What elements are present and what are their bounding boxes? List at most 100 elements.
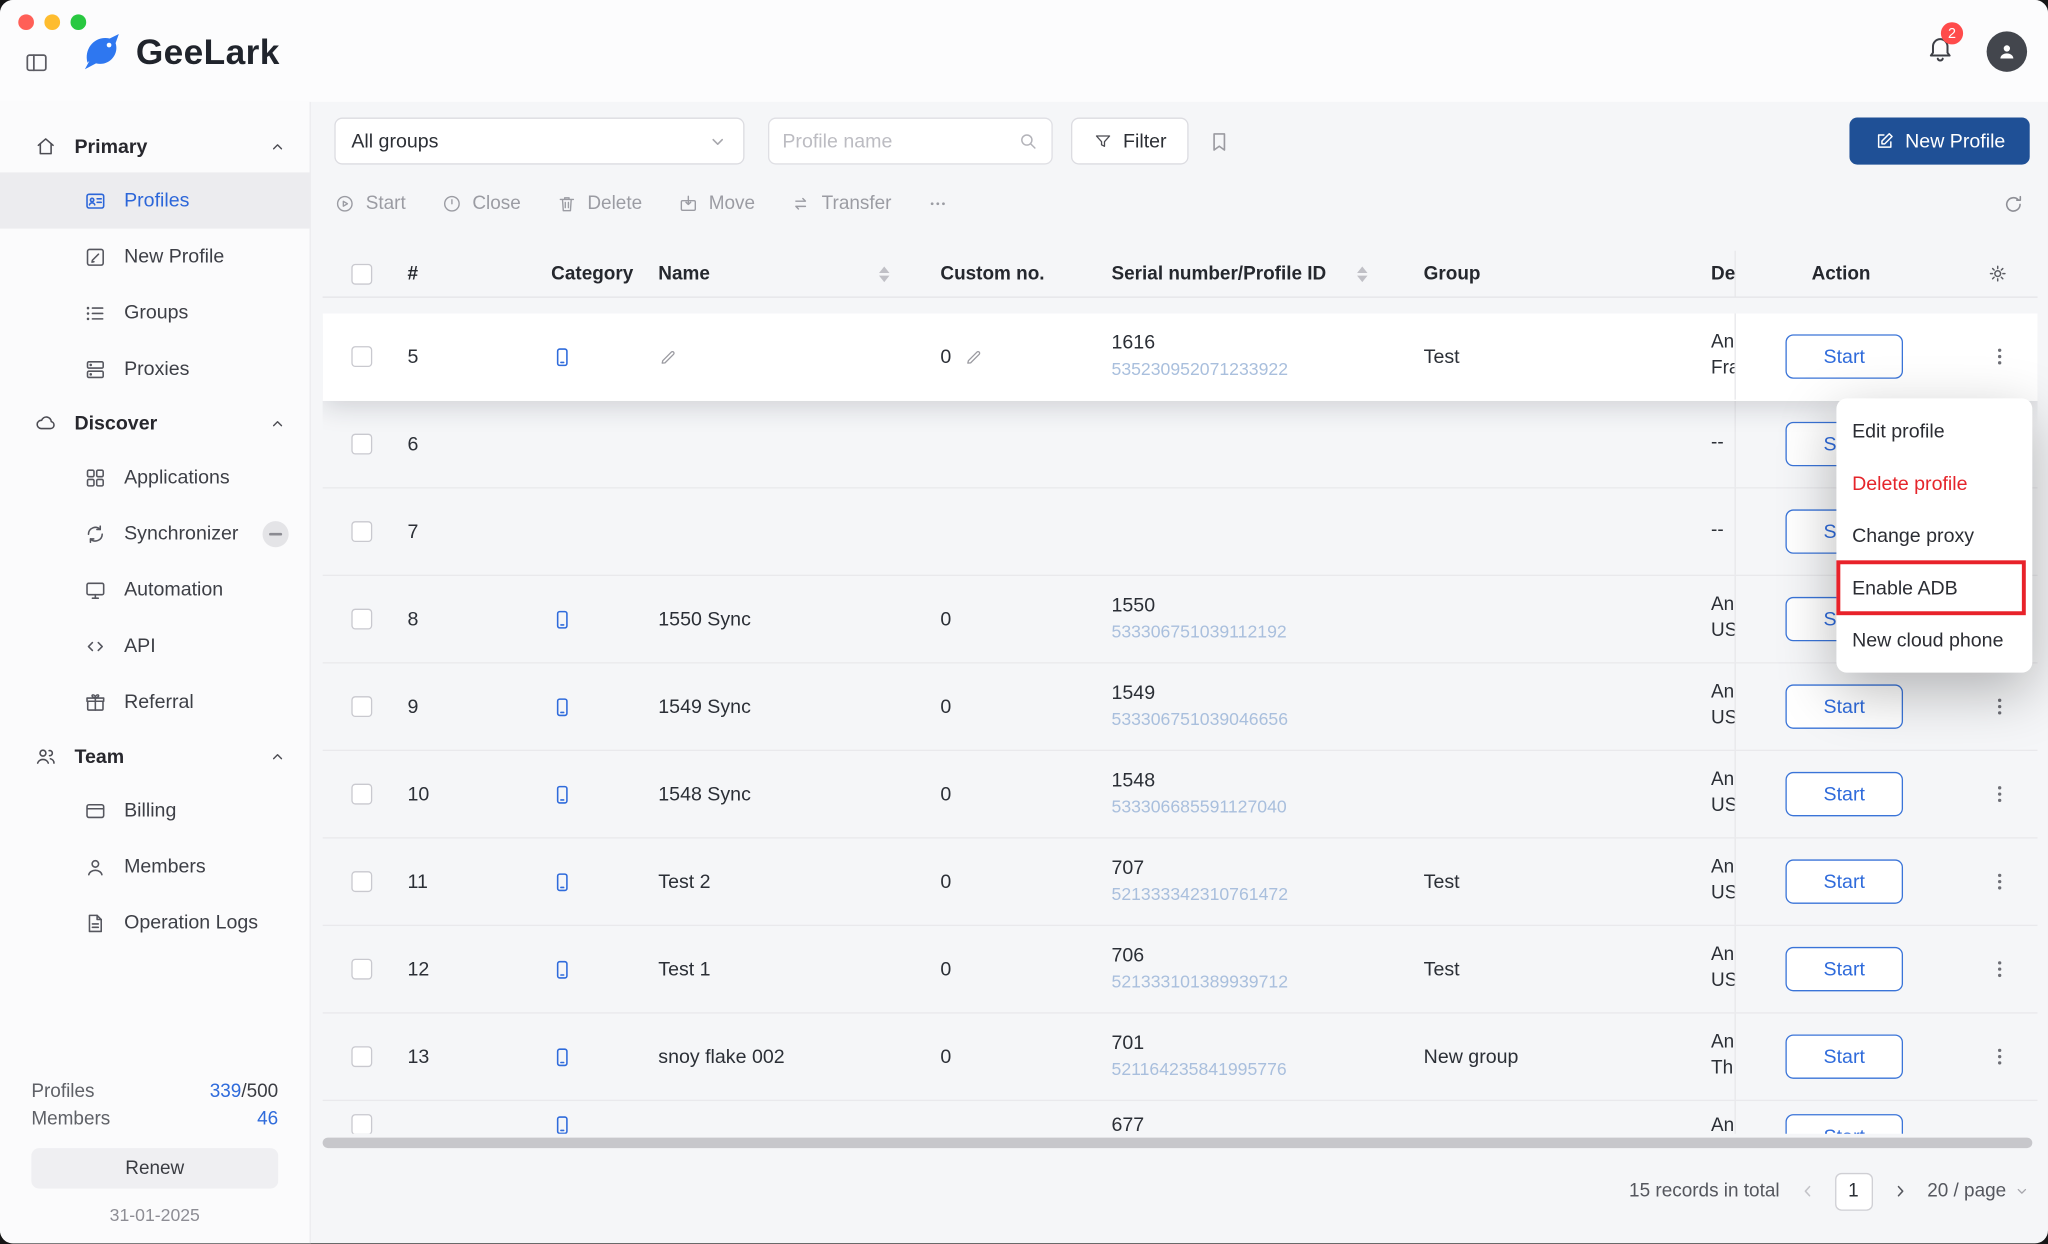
bookmark-icon[interactable] (1207, 129, 1232, 154)
menu-item-label: Delete profile (1852, 472, 1967, 494)
horizontal-scrollbar[interactable] (323, 1138, 2033, 1148)
row-more-menu-button[interactable] (1988, 957, 2012, 981)
sidebar-item-applications[interactable]: Applications (0, 449, 310, 505)
row-checkbox[interactable] (351, 521, 372, 542)
bulk-action-transfer[interactable]: Transfer (790, 193, 891, 214)
sidebar-toggle-icon[interactable] (24, 50, 50, 76)
sidebar-item-operation-logs[interactable]: Operation Logs (0, 895, 310, 951)
sidebar-item-groups[interactable]: Groups (0, 285, 310, 341)
bulk-action-move[interactable]: Move (677, 193, 755, 214)
column-header-label: Custom no. (940, 263, 1044, 284)
row-checkbox[interactable] (351, 871, 372, 892)
group-cell (1378, 751, 1678, 837)
sort-icon[interactable] (1357, 266, 1367, 282)
row-checkbox[interactable] (351, 1114, 372, 1134)
bulk-action-more[interactable] (927, 193, 948, 214)
current-page[interactable]: 1 (1834, 1172, 1872, 1210)
sidebar-section-discover[interactable]: Discover (0, 397, 310, 449)
menu-item-delete-profile[interactable]: Delete profile (1836, 457, 2032, 509)
row-checkbox[interactable] (351, 959, 372, 980)
edit-name-icon[interactable] (658, 347, 678, 367)
row-more-menu-button[interactable] (1988, 782, 2012, 806)
custom-number: 0 (940, 958, 951, 980)
sidebar: PrimaryProfilesNew ProfileGroupsProxiesD… (0, 102, 311, 1244)
custom-number-cell (900, 488, 1067, 574)
notifications-button[interactable]: 2 (1925, 33, 1955, 70)
profile-search-input[interactable] (782, 130, 1017, 152)
start-profile-button[interactable]: Start (1785, 1034, 1903, 1078)
sidebar-item-synchronizer[interactable]: Synchronizer (0, 505, 310, 561)
serial-cell: 1548533306685591127040 (1067, 751, 1378, 837)
row-checkbox[interactable] (351, 696, 372, 717)
profiles-used: 339 (210, 1081, 242, 1102)
device-info: An (1711, 944, 1734, 970)
row-more-menu-button[interactable] (1988, 870, 2012, 894)
column-settings-icon[interactable] (1987, 263, 2009, 285)
menu-item-change-proxy[interactable]: Change proxy (1836, 509, 2032, 561)
sidebar-item-automation[interactable]: Automation (0, 562, 310, 618)
group-filter-select[interactable]: All groups (334, 118, 744, 165)
sidebar-item-new-profile[interactable]: New Profile (0, 229, 310, 285)
row-checkbox[interactable] (351, 346, 372, 367)
window-close-button[interactable] (18, 14, 34, 30)
logs-icon (84, 911, 108, 935)
select-all-checkbox[interactable] (351, 263, 372, 284)
row-more-menu-button[interactable] (1988, 1045, 2012, 1069)
sort-icon[interactable] (879, 266, 889, 282)
row-more-menu-button[interactable] (1988, 345, 2012, 369)
refresh-icon[interactable] (2002, 193, 2024, 215)
row-checkbox[interactable] (351, 1046, 372, 1067)
pagination: 15 records in total 1 20 / page (1629, 1170, 2030, 1212)
prev-page-button[interactable] (1798, 1182, 1816, 1200)
filter-button[interactable]: Filter (1071, 118, 1189, 165)
menu-item-enable-adb[interactable]: Enable ADB (1836, 562, 2032, 614)
bulk-action-delete[interactable]: Delete (556, 193, 642, 214)
start-profile-button[interactable]: Start (1785, 1114, 1903, 1134)
column-header-custom-no: Custom no. (900, 263, 1067, 284)
sidebar-item-referral[interactable]: Referral (0, 674, 310, 730)
groups-icon (84, 301, 108, 325)
start-profile-button[interactable]: Start (1785, 947, 1903, 991)
renew-button[interactable]: Renew (31, 1148, 278, 1188)
edit-custom-number-icon[interactable] (964, 347, 984, 367)
close-icon (441, 193, 462, 214)
bulk-action-start[interactable]: Start (334, 193, 405, 214)
sidebar-item-profiles[interactable]: Profiles (0, 172, 310, 228)
profile-id: 521333101389939712 (1112, 972, 1289, 993)
row-checkbox[interactable] (351, 434, 372, 455)
members-count: 46 (257, 1109, 278, 1130)
start-profile-button[interactable]: Start (1785, 772, 1903, 816)
context-menu: Edit profile Delete profile Change proxyEn… (1836, 398, 2032, 672)
start-profile-button[interactable]: Start (1785, 859, 1903, 903)
user-avatar[interactable] (1987, 31, 2027, 71)
sidebar-item-proxies[interactable]: Proxies (0, 341, 310, 397)
new-profile-button[interactable]: New Profile (1849, 118, 2029, 165)
row-checkbox[interactable] (351, 784, 372, 805)
window-minimize-button[interactable] (44, 14, 60, 30)
device-cell: AnUS (1678, 839, 1734, 925)
sidebar-section-primary[interactable]: Primary (0, 120, 310, 172)
expiry-date: 31-01-2025 (31, 1206, 278, 1226)
window-zoom-button[interactable] (71, 14, 87, 30)
menu-item-edit-profile[interactable]: Edit profile (1836, 405, 2032, 457)
sidebar-item-members[interactable]: Members (0, 839, 310, 895)
row-checkbox[interactable] (351, 609, 372, 630)
table-row: 13snoy flake 0020701521164235841995776Ne… (323, 1014, 2038, 1102)
sidebar-section-team[interactable]: Team (0, 730, 310, 782)
phone-icon (551, 783, 573, 805)
name-cell: Test 2 (623, 839, 900, 925)
sidebar-item-api[interactable]: API (0, 618, 310, 674)
row-more-menu-button[interactable] (1988, 695, 2012, 719)
menu-item-new-cloud-phone[interactable]: New cloud phone (1836, 614, 2032, 666)
page-size-select[interactable]: 20 / page (1927, 1181, 2030, 1202)
bulk-action-close[interactable]: Close (441, 193, 521, 214)
column-header-group: Group (1378, 263, 1678, 284)
start-profile-button[interactable]: Start (1785, 334, 1903, 378)
column-header-serial-number-profile-id: Serial number/Profile ID (1067, 263, 1378, 284)
start-profile-button[interactable]: Start (1785, 684, 1903, 728)
sidebar-item-billing[interactable]: Billing (0, 782, 310, 838)
next-page-button[interactable] (1891, 1182, 1909, 1200)
custom-number-cell: 0 (900, 926, 1067, 1012)
table-row: 91549 Sync01549533306751039046656AnUSSta… (323, 664, 2038, 752)
column-header-name: Name (623, 263, 900, 284)
